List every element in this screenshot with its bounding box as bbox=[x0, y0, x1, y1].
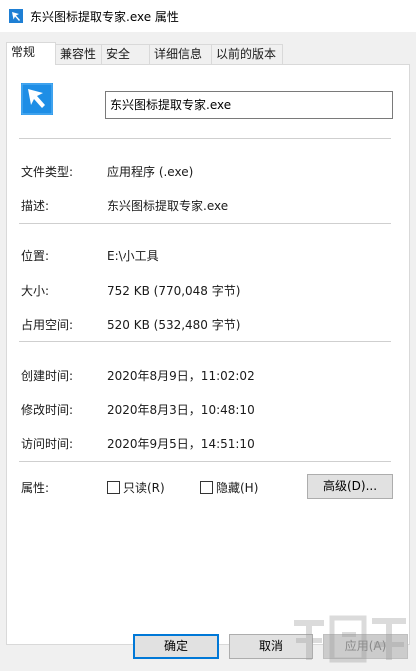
location-label: 位置: bbox=[21, 249, 50, 263]
file-name-input[interactable]: 东兴图标提取专家.exe bbox=[105, 91, 393, 119]
modified-value: 2020年8月3日，10:48:10 bbox=[107, 403, 255, 417]
size-label: 大小: bbox=[21, 284, 50, 298]
window-title: 东兴图标提取专家.exe 属性 bbox=[30, 10, 179, 24]
created-value: 2020年8月9日，11:02:02 bbox=[107, 369, 255, 383]
app-icon bbox=[21, 83, 53, 115]
size-value: 752 KB (770,048 字节) bbox=[107, 284, 241, 298]
description-label: 描述: bbox=[21, 199, 50, 213]
apply-button[interactable]: 应用(A) bbox=[323, 634, 408, 659]
hidden-checkbox[interactable]: 隐藏(H) bbox=[200, 479, 258, 495]
title-bar: 东兴图标提取专家.exe 属性 bbox=[0, 0, 416, 32]
cancel-button[interactable]: 取消 bbox=[229, 634, 313, 659]
readonly-label: 只读(R) bbox=[123, 480, 165, 495]
description-value: 东兴图标提取专家.exe bbox=[107, 199, 229, 213]
divider bbox=[19, 461, 391, 462]
location-value: E:\小工具 bbox=[107, 249, 159, 263]
accessed-value: 2020年9月5日，14:51:10 bbox=[107, 437, 255, 451]
ok-button[interactable]: 确定 bbox=[133, 634, 219, 659]
divider bbox=[19, 138, 391, 139]
tab-details[interactable]: 详细信息 bbox=[149, 44, 212, 64]
divider bbox=[19, 223, 391, 224]
tab-security[interactable]: 安全 bbox=[101, 44, 150, 64]
size-on-disk-label: 占用空间: bbox=[21, 318, 74, 332]
checkbox-box[interactable] bbox=[107, 480, 120, 494]
accessed-label: 访问时间: bbox=[21, 437, 74, 451]
created-label: 创建时间: bbox=[21, 369, 74, 383]
tab-compatibility[interactable]: 兼容性 bbox=[55, 44, 102, 64]
general-panel: 东兴图标提取专家.exe 文件类型: 应用程序 (.exe) 描述: 东兴图标提… bbox=[6, 64, 410, 645]
arrow-cursor-icon bbox=[9, 9, 23, 23]
advanced-button[interactable]: 高级(D)... bbox=[307, 474, 393, 499]
file-type-label: 文件类型: bbox=[21, 165, 74, 179]
tab-previous-versions[interactable]: 以前的版本 bbox=[211, 44, 283, 64]
hidden-label: 隐藏(H) bbox=[216, 480, 259, 495]
properties-dialog: 常规 兼容性 安全 详细信息 以前的版本 东兴图标提取专家.exe 文件类型: … bbox=[0, 32, 416, 671]
divider bbox=[19, 341, 391, 342]
tab-general[interactable]: 常规 bbox=[6, 42, 56, 65]
file-type-value: 应用程序 (.exe) bbox=[107, 165, 194, 179]
attributes-label: 属性: bbox=[21, 481, 50, 495]
tab-strip: 常规 兼容性 安全 详细信息 以前的版本 bbox=[6, 42, 410, 65]
readonly-checkbox[interactable]: 只读(R) bbox=[107, 479, 165, 495]
size-on-disk-value: 520 KB (532,480 字节) bbox=[107, 318, 241, 332]
modified-label: 修改时间: bbox=[21, 403, 74, 417]
checkbox-box[interactable] bbox=[200, 480, 213, 494]
